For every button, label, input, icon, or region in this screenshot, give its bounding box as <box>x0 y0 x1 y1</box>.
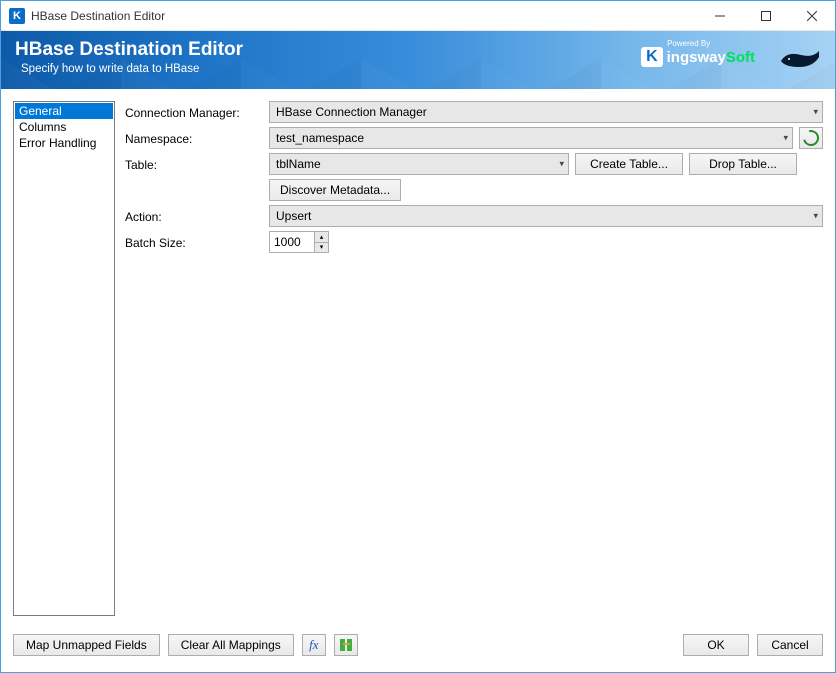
mapping-icon <box>340 639 352 651</box>
action-value: Upsert <box>276 209 311 223</box>
column-mapping-button[interactable] <box>334 634 358 656</box>
fx-icon: fx <box>309 637 318 653</box>
window-title: HBase Destination Editor <box>31 9 165 23</box>
expression-button[interactable]: fx <box>302 634 326 656</box>
batch-size-value: 1000 <box>274 235 301 249</box>
app-icon: K <box>9 8 25 24</box>
banner: HBase Destination Editor Specify how to … <box>1 31 835 89</box>
action-dropdown[interactable]: Upsert ▾ <box>269 205 823 227</box>
batch-size-label: Batch Size: <box>125 234 263 250</box>
content: General Columns Error Handling Connectio… <box>1 89 835 628</box>
minimize-button[interactable] <box>697 1 743 31</box>
chevron-down-icon: ▾ <box>813 211 818 222</box>
whale-icon <box>779 47 821 73</box>
cancel-button[interactable]: Cancel <box>757 634 823 656</box>
namespace-value: test_namespace <box>276 131 364 145</box>
batch-size-input[interactable]: 1000 ▴ ▾ <box>269 231 329 253</box>
discover-metadata-button[interactable]: Discover Metadata... <box>269 179 401 201</box>
table-value: tblName <box>276 157 321 171</box>
close-icon <box>807 11 817 21</box>
brand-text: ingswaySoft <box>667 50 755 65</box>
action-label: Action: <box>125 208 263 224</box>
table-label: Table: <box>125 156 263 172</box>
chevron-down-icon: ▾ <box>783 133 788 144</box>
map-unmapped-fields-button[interactable]: Map Unmapped Fields <box>13 634 160 656</box>
refresh-namespace-button[interactable] <box>799 127 823 149</box>
nav-list[interactable]: General Columns Error Handling <box>13 101 115 616</box>
chevron-down-icon: ▾ <box>813 107 818 118</box>
titlebar: K HBase Destination Editor <box>1 1 835 31</box>
close-button[interactable] <box>789 1 835 31</box>
brand-logo: K Powered By ingswaySoft <box>641 47 755 67</box>
powered-by-label: Powered By <box>667 40 710 48</box>
connection-manager-value: HBase Connection Manager <box>276 105 427 119</box>
connection-manager-dropdown[interactable]: HBase Connection Manager ▾ <box>269 101 823 123</box>
spin-down-icon[interactable]: ▾ <box>315 243 328 253</box>
maximize-button[interactable] <box>743 1 789 31</box>
spin-up-icon[interactable]: ▴ <box>315 232 328 243</box>
clear-all-mappings-button[interactable]: Clear All Mappings <box>168 634 294 656</box>
namespace-label: Namespace: <box>125 130 263 146</box>
drop-table-button[interactable]: Drop Table... <box>689 153 797 175</box>
nav-item-columns[interactable]: Columns <box>15 119 113 135</box>
maximize-icon <box>761 11 771 21</box>
namespace-dropdown[interactable]: test_namespace ▾ <box>269 127 793 149</box>
spacer <box>125 189 263 191</box>
chevron-down-icon: ▾ <box>559 159 564 170</box>
footer: Map Unmapped Fields Clear All Mappings f… <box>1 628 835 672</box>
nav-item-error-handling[interactable]: Error Handling <box>15 135 113 151</box>
ok-button[interactable]: OK <box>683 634 749 656</box>
nav-item-general[interactable]: General <box>15 103 113 119</box>
brand-k-icon: K <box>641 47 663 67</box>
refresh-icon <box>803 130 819 146</box>
minimize-icon <box>715 11 725 21</box>
form-panel: Connection Manager: HBase Connection Man… <box>125 101 823 616</box>
conn-label: Connection Manager: <box>125 104 263 120</box>
create-table-button[interactable]: Create Table... <box>575 153 683 175</box>
table-dropdown[interactable]: tblName ▾ <box>269 153 569 175</box>
